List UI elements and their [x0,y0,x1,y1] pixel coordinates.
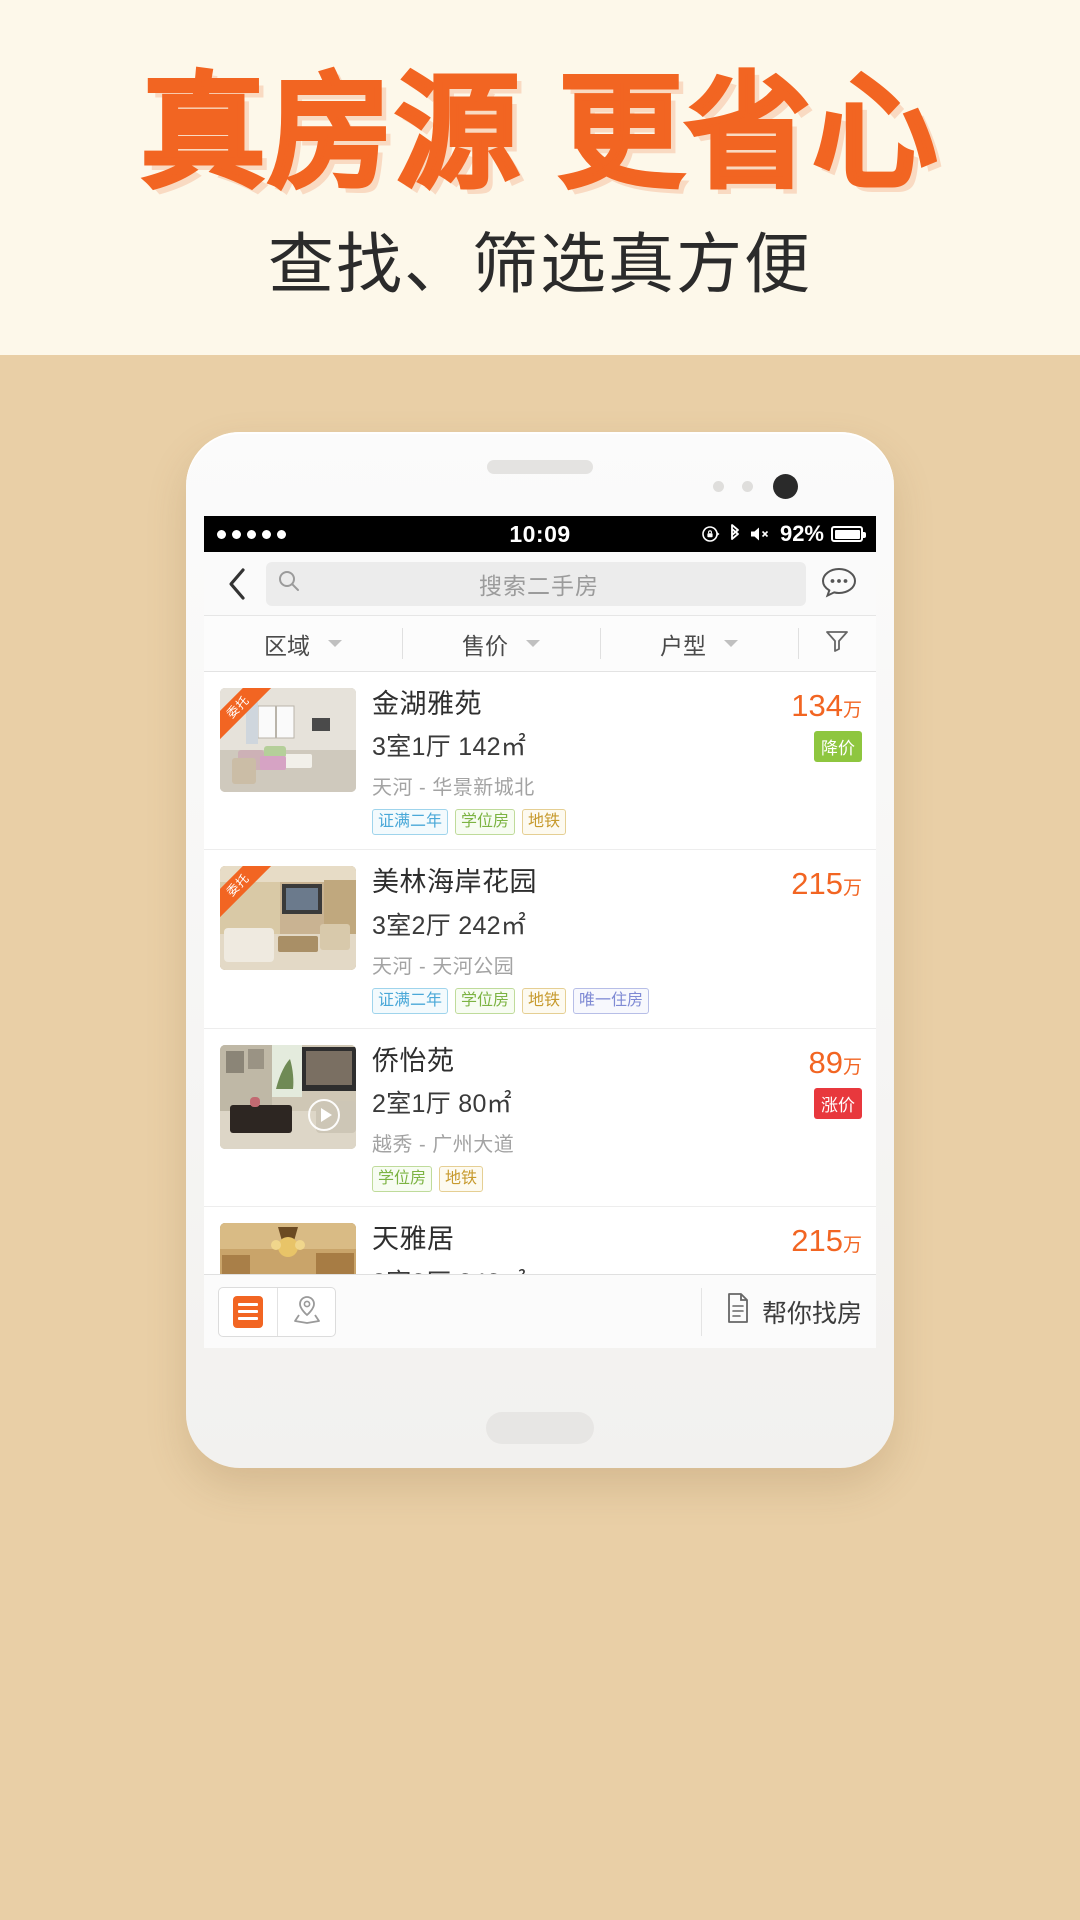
sensor-dot [742,481,753,492]
promo-banner: 真房源 更省心 查找、筛选真方便 [0,0,1080,355]
chat-bubble-icon[interactable] [818,565,860,603]
battery-percent: 92% [779,521,824,546]
listing-tags: 证满二年 学位房 地铁 唯一住房 [372,987,758,1014]
filter-price-label: 售价 [462,632,508,659]
bottom-toolbar: 帮你找房 [204,1274,876,1348]
bluetooth-icon [728,524,742,544]
listing-price-unit: 万 [842,1235,862,1257]
listing-title: 天雅居 [372,1224,455,1255]
funnel-icon [824,628,850,659]
listing-card[interactable]: 侨怡苑 2室1厅 80㎡ 越秀 - 广州大道 学位房 地铁 89万 涨价 [204,1029,876,1208]
listing-location: 天河 - 天河公园 [372,955,515,978]
map-pin-icon [291,1293,323,1330]
listing-spec: 3室2厅 242㎡ [372,911,527,940]
listing-spec: 2室1厅 80㎡ [372,1090,512,1119]
find-house-label: 帮你找房 [761,1299,862,1328]
listing-list: 委托 金湖雅苑 3室1厅 142㎡ 天河 - 华景新城北 证满二年 学位房 地铁… [204,672,876,1348]
listing-tag: 证满二年 [372,809,449,836]
search-icon [278,570,300,597]
listing-tags: 证满二年 学位房 地铁 [372,809,758,836]
battery-icon [831,526,866,542]
back-icon[interactable] [220,567,254,601]
list-view-button[interactable] [219,1288,277,1336]
listing-tag: 地铁 [439,1166,484,1193]
listing-price-value: 89 [808,1044,843,1080]
front-camera-icon [773,474,798,499]
listing-tag: 地铁 [522,809,567,836]
price-change-badge: 涨价 [814,1087,862,1119]
listing-card[interactable]: 委托 美林海岸花园 3室2厅 242㎡ 天河 - 天河公园 证满二年 学位房 地… [204,850,876,1029]
listing-tag: 学位房 [455,987,516,1014]
listing-price: 134万 [758,690,862,721]
find-house-button[interactable]: 帮你找房 [700,1287,862,1336]
listing-tag: 地铁 [522,987,567,1014]
phone-screen: 10:09 92% 搜索二手房 区域 售价 户型 委托 金湖雅苑 3室1厅 14… [204,516,876,1348]
search-bar: 搜索二手房 [204,552,876,616]
filter-price[interactable]: 售价 [402,616,600,671]
filter-bar: 区域 售价 户型 [204,616,876,672]
filter-area[interactable]: 区域 [204,616,402,671]
promo-headline: 真房源 更省心 [139,64,940,203]
listing-price-value: 134 [791,688,843,723]
chevron-down-icon [526,640,540,647]
filter-area-label: 区域 [264,632,310,659]
chevron-down-icon [724,640,738,647]
listing-price-value: 215 [791,866,843,902]
search-placeholder: 搜索二手房 [479,572,599,599]
listing-thumbnail[interactable]: 委托 [220,866,356,971]
listing-price-unit: 万 [842,878,862,900]
price-change-badge: 降价 [814,731,862,762]
sensor-dot [713,481,724,492]
listing-photo [220,1044,356,1149]
listing-price-unit: 万 [842,1056,862,1078]
phone-speaker [487,460,593,474]
listing-tag: 学位房 [455,809,516,836]
search-input[interactable]: 搜索二手房 [266,561,806,606]
listing-location: 天河 - 华景新城北 [372,777,535,800]
listing-card[interactable]: 委托 金湖雅苑 3室1厅 142㎡ 天河 - 华景新城北 证满二年 学位房 地铁… [204,672,876,851]
listing-tags: 学位房 地铁 [372,1166,758,1193]
rotation-lock-icon [701,524,721,544]
listing-price: 89万 [758,1044,863,1080]
view-mode-toggle [218,1286,336,1337]
more-filters-button[interactable] [798,616,876,671]
map-view-button[interactable] [277,1287,335,1336]
listing-tag: 学位房 [372,1166,433,1193]
mute-icon [749,525,773,543]
listing-price: 215万 [758,868,862,899]
filter-layout-label: 户型 [660,632,706,659]
listing-thumbnail[interactable] [220,1044,356,1149]
promo-subheadline: 查找、筛选真方便 [268,227,812,301]
listing-price: 215万 [758,1225,862,1256]
home-button[interactable] [486,1412,594,1444]
listing-tag: 唯一住房 [573,987,650,1014]
listing-title: 美林海岸花园 [372,867,537,898]
listing-title: 金湖雅苑 [372,689,482,719]
listing-spec: 3室1厅 142㎡ [372,733,527,762]
phone-mockup: 10:09 92% 搜索二手房 区域 售价 户型 委托 金湖雅苑 3室1厅 14… [186,432,894,1468]
listing-price-value: 215 [791,1223,843,1259]
listing-thumbnail[interactable]: 委托 [220,688,356,792]
listing-location: 越秀 - 广州大道 [372,1134,515,1157]
listing-price-unit: 万 [842,700,862,721]
chevron-down-icon [328,640,342,647]
status-bar: 10:09 92% [204,516,876,552]
listing-title: 侨怡苑 [372,1045,455,1076]
document-icon [724,1292,752,1331]
play-video-button[interactable] [308,1098,340,1131]
list-view-icon [233,1295,263,1328]
phone-sensors [713,474,798,499]
filter-layout[interactable]: 户型 [600,616,798,671]
listing-tag: 证满二年 [372,987,449,1014]
